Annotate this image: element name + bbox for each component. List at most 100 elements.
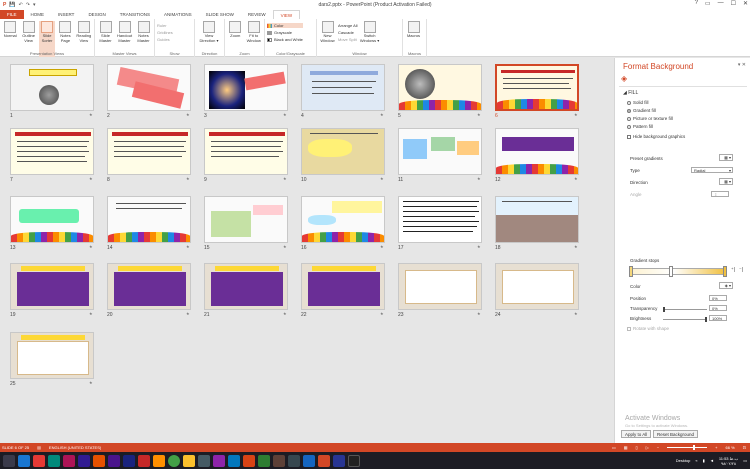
solid-fill-option[interactable]: Solid fill	[627, 100, 649, 105]
preset-gradients-dropdown[interactable]: ▦ ▾	[719, 154, 733, 161]
black-and-white-button[interactable]: Black and White	[267, 37, 303, 42]
slide-thumbnail[interactable]	[204, 196, 288, 243]
remove-stop-icon[interactable]: ⁻|	[739, 267, 743, 273]
gradient-stop[interactable]	[723, 266, 727, 277]
tab-review[interactable]: REVIEW	[241, 10, 273, 19]
tab-view[interactable]: VIEW	[272, 10, 301, 19]
app-icon[interactable]	[348, 454, 360, 467]
desktop-toolbar[interactable]: Desktop	[676, 458, 691, 463]
slide-thumbnail[interactable]	[301, 64, 385, 111]
fill-section-header[interactable]: ◢ FILL	[623, 90, 638, 96]
app-icon[interactable]	[33, 454, 45, 467]
apply-to-all-button[interactable]: Apply to All	[621, 430, 652, 438]
zoom-in-icon[interactable]: +	[715, 445, 717, 450]
slide-thumbnail[interactable]	[10, 196, 94, 243]
cascade-button[interactable]: Cascade	[338, 30, 358, 35]
position-spinner[interactable]: 0%	[709, 295, 727, 301]
pane-options-icon[interactable]: ▾	[738, 62, 741, 68]
slide-thumbnail[interactable]	[107, 128, 191, 175]
reset-background-button[interactable]: Reset Background	[653, 430, 699, 438]
normal-view-status-icon[interactable]: ▭	[612, 445, 616, 450]
tab-design[interactable]: DESIGN	[81, 10, 112, 19]
slide-thumbnail[interactable]	[495, 128, 579, 175]
customize-qat-icon[interactable]: ▾	[33, 2, 36, 8]
direction-dropdown[interactable]: ▦ ▾	[719, 178, 733, 185]
slide-thumbnail-selected[interactable]	[495, 64, 579, 111]
slide-thumbnail[interactable]	[107, 196, 191, 243]
slide-thumbnail[interactable]	[204, 64, 288, 111]
brightness-spinner[interactable]: 100%	[709, 315, 727, 321]
tab-animations[interactable]: ANIMATIONS	[157, 10, 199, 19]
tab-transitions[interactable]: TRANSITIONS	[113, 10, 157, 19]
app-icon[interactable]	[123, 454, 135, 467]
tab-home[interactable]: HOME	[24, 10, 52, 19]
zoom-out-icon[interactable]: −	[657, 445, 659, 450]
color-picker-button[interactable]: ◈ ▾	[719, 282, 733, 289]
app-icon[interactable]	[198, 454, 210, 467]
explorer-icon[interactable]	[18, 454, 30, 467]
picture-fill-option[interactable]: Picture or texture fill	[627, 116, 673, 121]
fill-bucket-icon[interactable]: ◈	[621, 74, 631, 84]
slide-thumbnail[interactable]	[398, 196, 482, 243]
powerpoint-taskbar-icon[interactable]	[318, 454, 330, 467]
app-icon[interactable]	[288, 454, 300, 467]
pane-close-icon[interactable]: ✕	[742, 62, 746, 68]
slide-thumbnail[interactable]	[10, 64, 94, 111]
slide-thumbnail[interactable]	[301, 263, 385, 310]
app-icon[interactable]	[48, 454, 60, 467]
volume-icon[interactable]: ◄	[710, 458, 714, 463]
slide-thumbnail[interactable]	[495, 263, 579, 310]
notifications-icon[interactable]: ▭	[743, 458, 747, 463]
angle-spinner[interactable]: ⇕	[711, 191, 729, 197]
help-icon[interactable]: ?	[695, 0, 698, 7]
gridlines-checkbox[interactable]: Gridlines	[157, 30, 173, 35]
gradient-type-select[interactable]: Radial ▾	[691, 167, 733, 173]
network-icon[interactable]: ▮	[703, 458, 705, 463]
app-icon[interactable]	[138, 454, 150, 467]
slide-thumbnail[interactable]	[204, 263, 288, 310]
slide-thumbnail[interactable]	[398, 128, 482, 175]
proofing-icon[interactable]: ▤	[37, 445, 41, 450]
chrome-icon[interactable]	[168, 454, 180, 467]
app-icon[interactable]	[108, 454, 120, 467]
transparency-slider[interactable]	[663, 307, 707, 312]
slide-thumbnail[interactable]	[301, 196, 385, 243]
tray-arrow-icon[interactable]: «	[695, 458, 697, 463]
transparency-spinner[interactable]: 0%	[709, 305, 727, 311]
save-icon[interactable]: 💾	[9, 2, 15, 8]
app-icon[interactable]	[63, 454, 75, 467]
pattern-fill-option[interactable]: Pattern fill	[627, 124, 653, 129]
language-indicator[interactable]: ENGLISH (UNITED STATES)	[49, 445, 101, 450]
app-icon[interactable]	[303, 454, 315, 467]
brightness-slider[interactable]	[663, 317, 707, 322]
slideshow-status-icon[interactable]: ▷	[646, 445, 649, 450]
guides-checkbox[interactable]: Guides	[157, 37, 173, 42]
slide-thumbnail[interactable]	[107, 263, 191, 310]
slide-thumbnail[interactable]	[10, 128, 94, 175]
slide-thumbnail[interactable]	[398, 64, 482, 111]
slide-thumbnail[interactable]	[204, 128, 288, 175]
tab-slide-show[interactable]: SLIDE SHOW	[199, 10, 241, 19]
slide-thumbnail[interactable]	[301, 128, 385, 175]
close-button[interactable]: ✕	[743, 0, 748, 7]
move-split-button[interactable]: Move Split	[338, 37, 358, 42]
app-icon[interactable]	[243, 454, 255, 467]
word-taskbar-icon[interactable]	[333, 454, 345, 467]
clock[interactable]: 11:53 ب.ظ ۹۸/۰۲/۲۸	[719, 456, 738, 466]
hide-graphics-checkbox[interactable]: Hide background graphics	[627, 134, 685, 139]
slide-thumbnail[interactable]	[10, 332, 94, 379]
app-icon[interactable]	[183, 454, 195, 467]
gradient-fill-option[interactable]: Gradient fill	[627, 108, 656, 113]
arrange-all-button[interactable]: Arrange All	[338, 23, 358, 28]
redo-icon[interactable]: ↷	[26, 2, 30, 8]
add-stop-icon[interactable]: ⁺|	[731, 267, 735, 273]
grayscale-button[interactable]: Grayscale	[267, 30, 303, 35]
slide-thumbnail[interactable]	[10, 263, 94, 310]
tab-insert[interactable]: INSERT	[51, 10, 81, 19]
color-button[interactable]: Color	[267, 23, 303, 28]
gradient-bar[interactable]	[630, 268, 726, 275]
zoom-slider[interactable]	[667, 445, 708, 450]
app-icon[interactable]	[93, 454, 105, 467]
zoom-level[interactable]: 66 %	[726, 445, 735, 450]
app-icon[interactable]	[228, 454, 240, 467]
